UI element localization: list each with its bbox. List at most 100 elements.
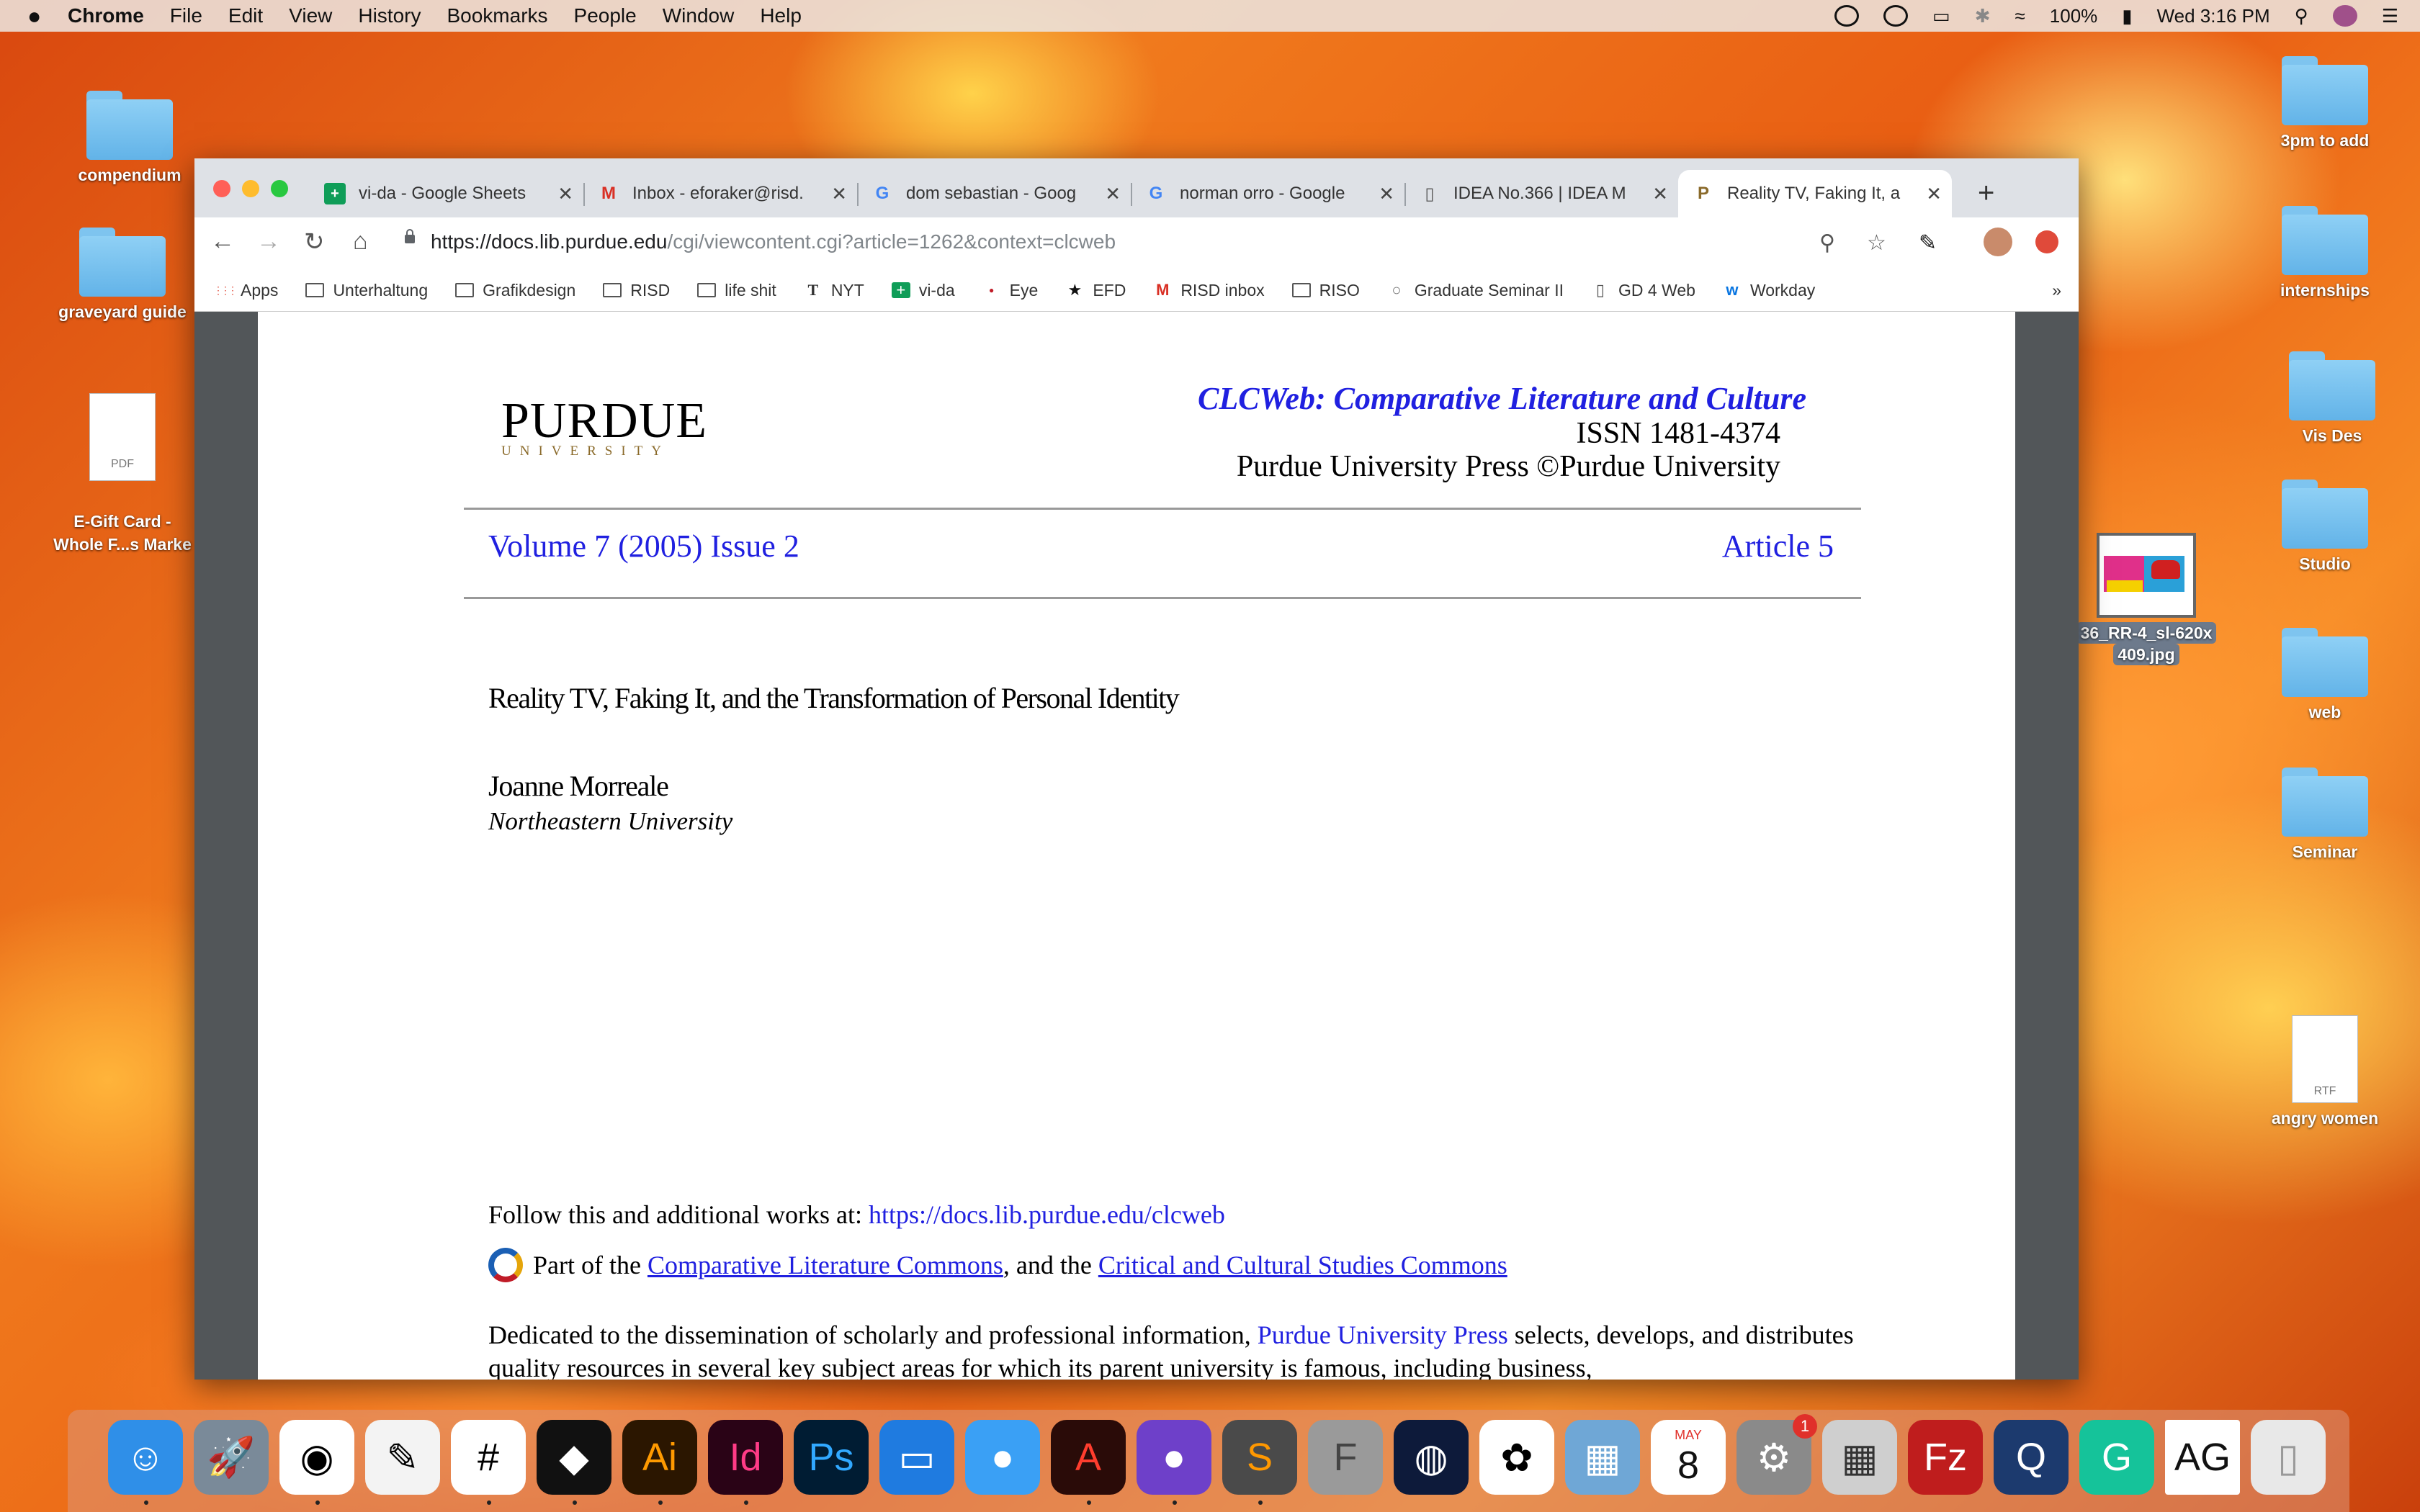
dock-finder[interactable]: ☺ bbox=[108, 1420, 183, 1505]
purdue-press-link[interactable]: Purdue University Press bbox=[1258, 1320, 1508, 1349]
airplay-icon[interactable]: ▭ bbox=[1932, 5, 1950, 27]
article-link[interactable]: Article 5 bbox=[1722, 528, 1834, 564]
dock-tidal[interactable]: ◆ bbox=[537, 1420, 611, 1505]
back-button[interactable]: ← bbox=[210, 228, 235, 256]
forward-button[interactable]: → bbox=[256, 228, 281, 256]
clock[interactable]: Wed 3:16 PM bbox=[2157, 5, 2270, 27]
dock-calculator[interactable]: ▦ bbox=[1822, 1420, 1897, 1495]
dock-indesign[interactable]: Id bbox=[708, 1420, 783, 1505]
desktop-folder-seminar[interactable]: Seminar bbox=[2246, 768, 2404, 862]
bluetooth-icon[interactable]: ✱ bbox=[1975, 5, 1991, 27]
home-button[interactable]: ⌂ bbox=[353, 228, 368, 256]
close-tab-icon[interactable]: ✕ bbox=[1379, 183, 1394, 205]
profile-avatar[interactable] bbox=[1984, 228, 2012, 256]
bookmark-graduate-seminar[interactable]: ○ Graduate Seminar II bbox=[1387, 281, 1564, 300]
dock-photos[interactable]: ✿ bbox=[1479, 1420, 1554, 1495]
bookmark-apps[interactable]: ⋮⋮⋮ Apps bbox=[213, 281, 278, 300]
bookmark-vi-da[interactable]: + vi-da bbox=[891, 281, 955, 300]
bookmarks-overflow-button[interactable]: » bbox=[2052, 281, 2061, 300]
dock-photoshop[interactable]: Ps bbox=[794, 1420, 869, 1495]
close-tab-icon[interactable]: ✕ bbox=[1652, 183, 1668, 205]
close-tab-icon[interactable]: ✕ bbox=[831, 183, 847, 205]
dock-messages[interactable]: ● bbox=[965, 1420, 1040, 1495]
journal-title[interactable]: CLCWeb: Comparative Literature and Cultu… bbox=[1198, 380, 1806, 417]
close-tab-icon[interactable]: ✕ bbox=[557, 183, 573, 205]
bookmark-risd-inbox[interactable]: M RISD inbox bbox=[1153, 281, 1265, 300]
desktop-folder-web[interactable]: web bbox=[2246, 628, 2404, 722]
dock-filezilla[interactable]: Fz bbox=[1908, 1420, 1983, 1495]
menu-view[interactable]: View bbox=[289, 4, 332, 27]
dock-textedit[interactable]: ✎ bbox=[365, 1420, 440, 1495]
comparative-literature-commons-link[interactable]: Comparative Literature Commons bbox=[647, 1250, 1003, 1280]
update-icon[interactable] bbox=[2035, 230, 2058, 253]
menu-edit[interactable]: Edit bbox=[228, 4, 263, 27]
battery-percent[interactable]: 100% bbox=[2050, 5, 2098, 27]
bookmark-workday[interactable]: w Workday bbox=[1723, 281, 1815, 300]
clcweb-link[interactable]: https://docs.lib.purdue.edu/clcweb bbox=[869, 1200, 1225, 1229]
bookmark-unterhaltung[interactable]: Unterhaltung bbox=[305, 281, 428, 300]
bookmark-risd[interactable]: RISD bbox=[603, 281, 670, 300]
spotlight-icon[interactable]: ⚲ bbox=[2295, 5, 2308, 27]
menu-chrome[interactable]: Chrome bbox=[68, 4, 144, 27]
bookmark-star-icon[interactable]: ☆ bbox=[1867, 230, 1886, 256]
desktop-folder-vis-des[interactable]: Vis Des bbox=[2253, 351, 2411, 446]
desktop-folder-internships[interactable]: internships bbox=[2246, 206, 2404, 300]
dock-calendar[interactable]: MAY 8 bbox=[1651, 1420, 1726, 1495]
bookmark-eye[interactable]: ● Eye bbox=[982, 281, 1038, 300]
wifi-icon[interactable]: ≈ bbox=[2015, 5, 2025, 27]
siri-icon[interactable] bbox=[2332, 5, 2357, 27]
menu-history[interactable]: History bbox=[358, 4, 421, 27]
menu-window[interactable]: Window bbox=[663, 4, 735, 27]
minimize-window-button[interactable] bbox=[242, 180, 259, 197]
bookmark-grafikdesign[interactable]: Grafikdesign bbox=[455, 281, 575, 300]
tab-idea-366[interactable]: ▯ IDEA No.366 | IDEA M ✕ bbox=[1404, 170, 1678, 217]
desktop-file-selected-jpg[interactable]: 36_RR-4_sl-620x 409.jpg bbox=[2067, 533, 2226, 665]
dock-quicktime[interactable]: Q bbox=[1994, 1420, 2069, 1495]
dock-cinema4d[interactable]: ◍ bbox=[1394, 1420, 1469, 1495]
tab-dom-sebastian-google[interactable]: G dom sebastian - Goog ✕ bbox=[857, 170, 1132, 217]
creative-cloud-icon[interactable] bbox=[1834, 5, 1860, 27]
close-tab-icon[interactable]: ✕ bbox=[1926, 183, 1942, 205]
desktop-folder-studio[interactable]: Studio bbox=[2246, 480, 2404, 574]
tab-reality-tv-active[interactable]: P Reality TV, Faking It, a ✕ bbox=[1678, 170, 1952, 217]
desktop-folder-compendium[interactable]: compendium bbox=[50, 91, 209, 185]
dock-launchpad[interactable]: 🚀 bbox=[194, 1420, 269, 1495]
dock-system-preferences[interactable]: ⚙ 1 bbox=[1736, 1414, 1817, 1495]
bookmark-efd[interactable]: ★ EFD bbox=[1065, 281, 1126, 300]
critical-cultural-studies-commons-link[interactable]: Critical and Cultural Studies Commons bbox=[1098, 1250, 1507, 1280]
close-tab-icon[interactable]: ✕ bbox=[1105, 183, 1121, 205]
new-tab-button[interactable]: + bbox=[1978, 177, 1994, 210]
desktop-folder-3pm-to-add[interactable]: 3pm to add bbox=[2246, 56, 2404, 150]
dock-slack[interactable]: # bbox=[451, 1420, 526, 1505]
zoom-icon[interactable]: ⚲ bbox=[1819, 230, 1835, 256]
pdf-viewer[interactable]: PURDUE UNIVERSITY CLCWeb: Comparative Li… bbox=[194, 312, 2079, 1380]
menu-people[interactable]: People bbox=[574, 4, 637, 27]
bookmark-nyt[interactable]: T NYT bbox=[804, 281, 864, 300]
sync-icon[interactable] bbox=[1883, 5, 1909, 27]
dock-illustrator[interactable]: Ai bbox=[622, 1420, 697, 1505]
dock-trash[interactable]: ▯ bbox=[2251, 1420, 2326, 1495]
maximize-window-button[interactable] bbox=[271, 180, 288, 197]
dock-preview[interactable]: ▦ bbox=[1565, 1420, 1640, 1495]
extension-icon[interactable]: ✎ bbox=[1919, 230, 1937, 256]
desktop-folder-graveyard-guide[interactable]: graveyard guide bbox=[43, 228, 202, 322]
dock-fonts-folder[interactable]: AG bbox=[2165, 1420, 2240, 1495]
dock-github[interactable]: ● bbox=[1137, 1420, 1211, 1505]
battery-icon[interactable]: ▮ bbox=[2122, 5, 2132, 27]
reload-button[interactable]: ↻ bbox=[304, 228, 325, 256]
dock-fontbook[interactable]: F bbox=[1308, 1420, 1383, 1495]
bookmark-life-shit[interactable]: life shit bbox=[697, 281, 776, 300]
dock-chrome[interactable]: ◉ bbox=[279, 1420, 354, 1505]
dock-grammarly[interactable]: G bbox=[2079, 1420, 2154, 1495]
bookmark-gd-4-web[interactable]: ▯ GD 4 Web bbox=[1591, 281, 1695, 300]
menu-help[interactable]: Help bbox=[760, 4, 802, 27]
bookmark-riso[interactable]: RISO bbox=[1291, 281, 1360, 300]
close-window-button[interactable] bbox=[213, 180, 230, 197]
notification-center-icon[interactable]: ☰ bbox=[2382, 5, 2398, 27]
menu-bookmarks[interactable]: Bookmarks bbox=[447, 4, 547, 27]
menu-file[interactable]: File bbox=[170, 4, 202, 27]
dock-keynote[interactable]: ▭ bbox=[879, 1420, 954, 1495]
desktop-file-angry-women[interactable]: RTF angry women bbox=[2246, 1015, 2404, 1128]
volume-link[interactable]: Volume 7 (2005) Issue 2 bbox=[488, 528, 799, 564]
desktop-file-egift-card[interactable]: PDF E-Gift Card - Whole F...s Marke bbox=[43, 370, 202, 556]
